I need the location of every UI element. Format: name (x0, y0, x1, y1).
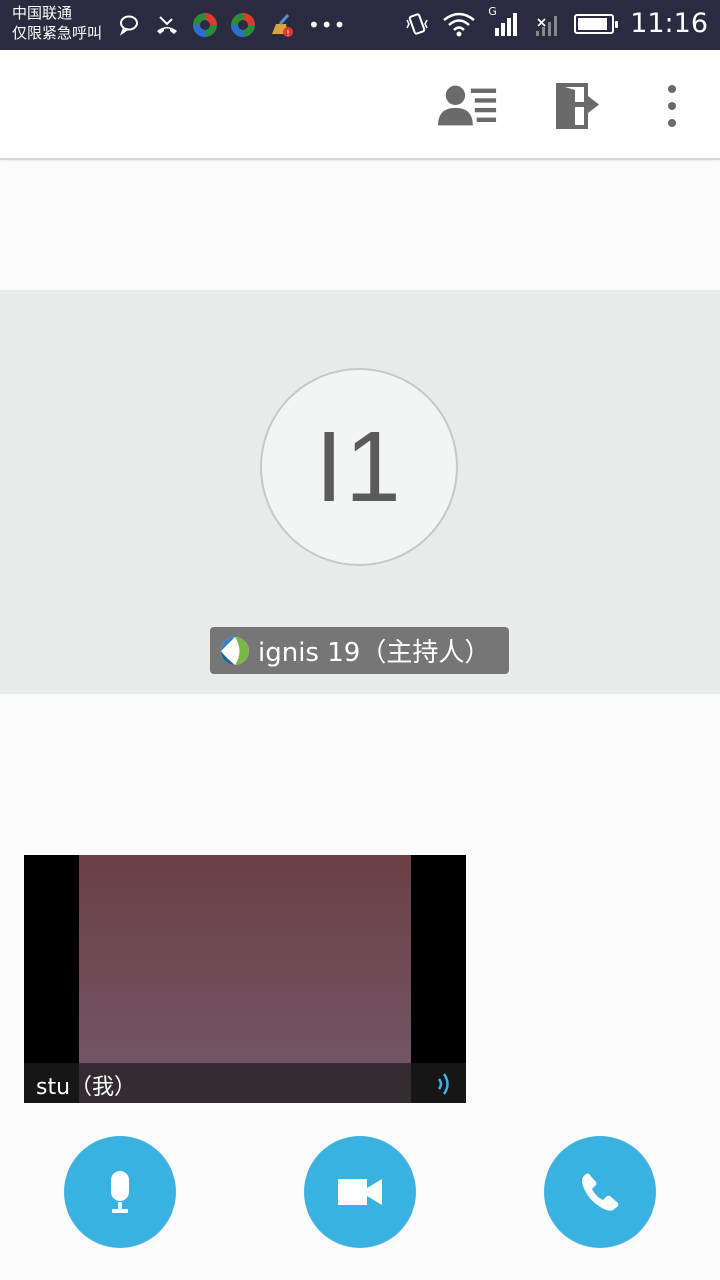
mute-button[interactable] (64, 1136, 176, 1248)
chat-bubble-icon (116, 12, 142, 38)
video-camera-icon (338, 1179, 382, 1205)
host-video-area[interactable]: I1 ignis 19（主持人） (0, 290, 720, 694)
overflow-menu-button[interactable] (642, 78, 702, 134)
self-video-caption: stu（我） (24, 1063, 466, 1103)
signal-icon: G (488, 5, 520, 37)
wifi-icon (442, 11, 476, 37)
battery-icon (574, 13, 619, 34)
app-icon (230, 12, 256, 38)
participants-list-icon (438, 85, 497, 126)
vibrate-icon (404, 11, 430, 37)
missed-call-icon (154, 12, 180, 38)
webex-logo-icon (221, 636, 249, 665)
exit-meeting-button[interactable] (548, 78, 608, 134)
clock: 11:16 (630, 8, 708, 39)
emergency-only-text: 仅限紧急呼叫 (12, 24, 103, 42)
svg-text:!: ! (286, 29, 289, 38)
host-name-badge: ignis 19（主持人） (210, 627, 509, 674)
more-notifications-icon: ••• (308, 13, 347, 37)
network-type-label: G (488, 4, 497, 18)
no-signal-icon (532, 11, 562, 37)
overflow-menu-icon (668, 85, 676, 127)
system-status-icons: G 11:16 (404, 5, 708, 39)
carrier-name: 中国联通 (12, 4, 73, 22)
phone-icon (582, 1173, 619, 1211)
carrier-info: 中国联通 仅限紧急呼叫 (12, 3, 102, 43)
exit-meeting-icon (556, 83, 599, 129)
end-call-button[interactable] (544, 1136, 656, 1248)
host-avatar: I1 (260, 368, 458, 566)
microphone-icon (111, 1171, 129, 1213)
battery-level-fill (578, 17, 607, 30)
host-name-label: ignis 19（主持人） (258, 638, 491, 668)
audio-activity-icon (437, 1073, 449, 1095)
self-name-label: stu（我） (36, 1075, 137, 1100)
cleaner-icon: ! (268, 12, 294, 38)
participants-list-button[interactable] (438, 78, 498, 134)
video-toggle-button[interactable] (304, 1136, 416, 1248)
status-bar: 中国联通 仅限紧急呼叫 ! ••• G 11:16 (0, 0, 720, 50)
self-video-preview[interactable]: stu（我） (24, 855, 466, 1103)
notification-icons: ! ••• (116, 12, 346, 38)
host-initials: I1 (315, 410, 403, 523)
action-bar (0, 50, 720, 160)
app-icon (192, 12, 218, 38)
